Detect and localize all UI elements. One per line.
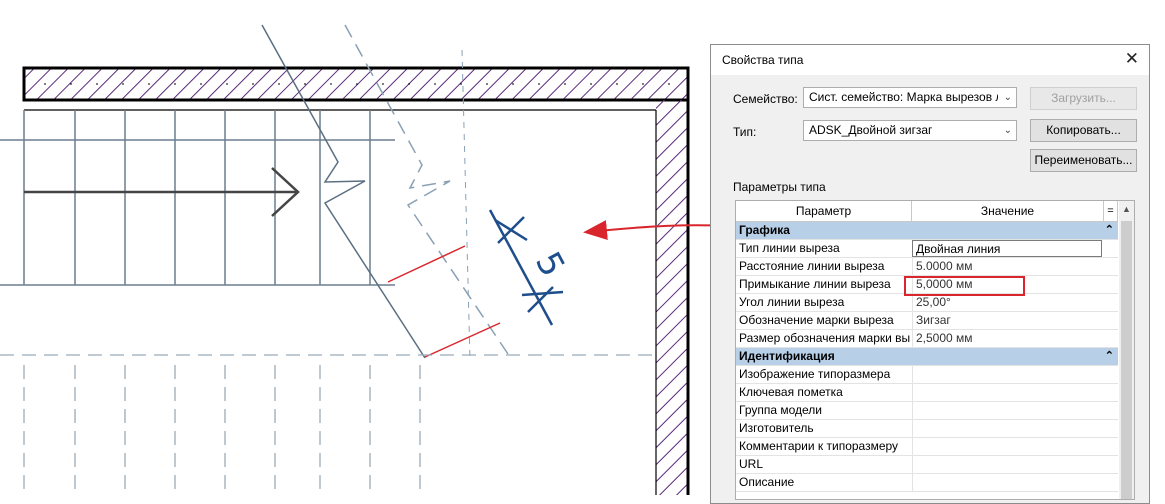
type-value: ADSK_Двойной зигзаг [809,123,933,137]
wall-right [656,68,690,495]
param-row[interactable]: Расстояние линии выреза 5.0000 мм [736,258,1118,276]
rename-button[interactable]: Переименовать... [1030,149,1137,172]
dialog-title: Свойства типа [722,53,804,67]
grid-rows: Графика ⌃ Тип линии выреза Двойная линия Рас… [736,222,1118,492]
param-name: Комментарии к типоразмеру [739,439,899,453]
param-value[interactable]: 2,5000 мм [912,330,1102,347]
param-value[interactable] [912,402,1102,419]
param-row[interactable]: Группа модели [736,402,1118,420]
group-label: Графика [739,223,790,237]
params-label: Параметры типа [733,180,826,194]
group-label: Идентификация [739,349,835,363]
stair-treads-below [0,354,656,495]
param-row[interactable]: Угол линии выреза 25,00° [736,294,1118,312]
header-eq[interactable]: = [1104,201,1118,221]
double-chevron-up-icon[interactable]: ⌃ [1105,348,1114,365]
family-value: Сист. семейство: Марка вырезов лес [809,90,998,104]
param-name: Примыкание линии выреза [739,277,891,291]
param-value[interactable]: 5,0000 мм [912,276,1102,293]
param-value[interactable]: 25,00° [912,294,1102,311]
param-value[interactable] [912,474,1102,491]
dialog-titlebar: Свойства типа ✕ [711,45,1149,75]
param-row[interactable]: Примыкание линии выреза 5,0000 мм [736,276,1118,294]
param-row[interactable]: Описание [736,474,1118,492]
param-row[interactable]: Размер обозначения марки вы 2,5000 мм [736,330,1118,348]
param-row[interactable]: Ключевая пометка [736,384,1118,402]
param-row[interactable]: Тип линии выреза Двойная линия [736,240,1118,258]
param-name: Тип линии выреза [739,241,840,255]
param-row[interactable]: Комментарии к типоразмеру [736,438,1118,456]
double-chevron-up-icon[interactable]: ⌃ [1105,222,1114,239]
param-value[interactable]: Двойная линия [912,240,1102,257]
group-row[interactable]: Идентификация ⌃ [736,348,1118,366]
param-name: Описание [739,475,795,489]
chevron-down-icon: ⌄ [1003,92,1012,103]
group-row[interactable]: Графика ⌃ [736,222,1118,240]
load-button[interactable]: Загрузить... [1030,87,1137,110]
dimension-text: 5 [527,245,572,283]
param-name: URL [739,457,764,471]
chevron-down-icon: ⌄ [1003,125,1012,136]
vertical-scrollbar[interactable]: ▲ [1119,201,1134,499]
type-label: Тип: [733,125,757,139]
param-row[interactable]: Изготовитель [736,420,1118,438]
param-name: Угол линии выреза [739,295,845,309]
type-properties-dialog: Свойства типа ✕ Семейство: Сист. семейст… [710,44,1150,504]
param-value[interactable] [912,420,1102,437]
header-value[interactable]: Значение [912,201,1104,221]
cut-edges [387,245,501,358]
scroll-up-icon[interactable]: ▲ [1122,204,1131,214]
param-value[interactable] [912,384,1102,401]
copy-button[interactable]: Копировать... [1030,119,1137,142]
stair-path-arrow [24,167,300,217]
param-name: Размер обозначения марки вы [739,331,911,345]
param-name: Группа модели [739,403,823,417]
grid-header: Параметр Значение = [736,201,1118,222]
type-params-grid[interactable]: Параметр Значение = Графика ⌃ Тип линии вы… [735,200,1135,500]
param-name: Ключевая пометка [739,385,843,399]
scroll-thumb[interactable] [1121,221,1132,499]
family-select[interactable]: Сист. семейство: Марка вырезов лес ⌄ [803,87,1017,108]
param-value[interactable] [912,438,1102,455]
param-value[interactable] [912,456,1102,473]
param-name: Обозначение марки выреза [739,313,894,327]
close-icon[interactable]: ✕ [1125,49,1139,69]
param-row[interactable]: Изображение типоразмера [736,366,1118,384]
param-name: Изготовитель [739,421,814,435]
type-select[interactable]: ADSK_Двойной зигзаг ⌄ [803,120,1017,141]
param-name: Расстояние линии выреза [739,259,885,273]
header-param[interactable]: Параметр [736,201,912,221]
param-value[interactable]: 5.0000 мм [912,258,1102,275]
param-row[interactable]: URL [736,456,1118,474]
param-value[interactable] [912,366,1102,383]
param-row[interactable]: Обозначение марки выреза Зигзаг [736,312,1118,330]
param-value[interactable]: Зигзаг [912,312,1102,329]
family-label: Семейство: [733,92,798,106]
param-name: Изображение типоразмера [739,367,891,381]
